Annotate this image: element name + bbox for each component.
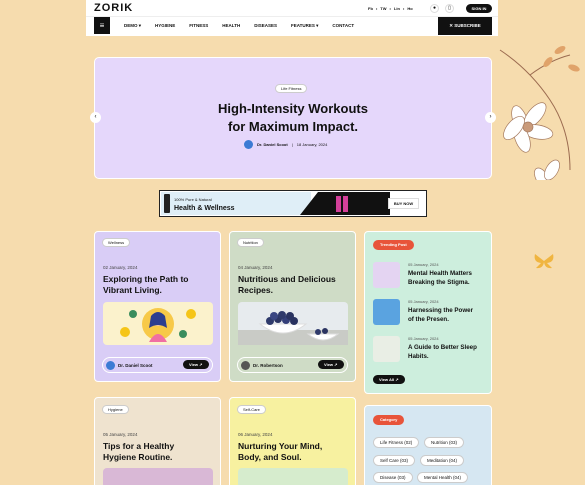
product-bottle-icon <box>164 194 170 213</box>
category-chip[interactable]: Meditation (04) <box>420 455 465 466</box>
post-tag[interactable]: Self-Care <box>237 405 266 414</box>
hero-title[interactable]: High-Intensity Workouts for Maximum Impa… <box>180 100 406 136</box>
post-image[interactable] <box>103 468 213 485</box>
menu-item-features[interactable]: FEATURES ▾ <box>291 23 318 29</box>
hero-author[interactable]: Dr. Daniel Scoot <box>257 142 288 147</box>
social-links: Fb • TW • Lin • Ho <box>368 6 413 11</box>
search-icon[interactable]: ● <box>430 4 439 13</box>
menu-item-fitness[interactable]: FITNESS <box>189 23 208 29</box>
main-menu: DEMO ▾ HYGIENE FITNESS HEALTH DISEASES F… <box>124 23 354 29</box>
product-bottle-icon <box>336 196 341 212</box>
trending-thumbnail[interactable] <box>373 299 400 325</box>
trending-thumbnail[interactable] <box>373 336 400 362</box>
post-date: 05 January, 2024 <box>103 432 138 437</box>
flower-decoration-icon <box>499 46 580 180</box>
buy-now-button[interactable]: BUY NOW <box>388 198 419 209</box>
post-title[interactable]: Nurturing Your Mind, Body, and Soul. <box>238 441 322 463</box>
category-chip[interactable]: Mental Health (04) <box>417 472 469 483</box>
social-link[interactable]: Ho <box>407 6 412 11</box>
sign-in-button[interactable]: SIGN IN <box>466 4 492 13</box>
post-title[interactable]: Tips for a Healthy Hygiene Routine. <box>103 441 174 463</box>
page: ZORIK Fb • TW • Lin • Ho ● ▯ SIGN IN ≡ DEMO… <box>0 0 585 485</box>
trending-item[interactable]: 05 January, 2024 Harnessing the Power of t… <box>373 299 473 325</box>
category-chip[interactable]: Self Care (03) <box>373 455 416 466</box>
menu-item-hygiene[interactable]: HYGIENE <box>155 23 175 29</box>
site-logo[interactable]: ZORIK <box>94 2 133 14</box>
post-tag[interactable]: Wellness <box>102 238 131 247</box>
social-link[interactable]: Fb <box>368 6 373 11</box>
arrow-left-icon[interactable]: ‹ <box>90 112 101 123</box>
menu-item-health[interactable]: HEALTH <box>222 23 240 29</box>
arrow-right-icon[interactable]: › <box>485 112 496 123</box>
menu-item-contact[interactable]: CONTACT <box>332 23 354 29</box>
trending-item[interactable]: 05 January, 2024 Mental Health Matters Bre… <box>373 262 472 288</box>
ad-title: Health & Wellness <box>174 205 235 212</box>
avatar <box>244 140 253 149</box>
category-chip[interactable]: Nutrition (03) <box>424 437 465 448</box>
post-tag[interactable]: Nutrition <box>237 238 264 247</box>
bag-icon[interactable]: ▯ <box>445 4 454 13</box>
menu-item-diseases[interactable]: DISEASES <box>254 23 277 29</box>
post-title[interactable]: Nutritious and Delicious Recipes. <box>238 274 336 296</box>
post-image[interactable] <box>103 302 213 345</box>
menu-item-demo[interactable]: DEMO ▾ <box>124 23 141 29</box>
hero-meta: Dr. Daniel Scoot | 18 January, 2024 <box>244 140 327 149</box>
post-image[interactable] <box>238 468 348 485</box>
author-bar <box>237 357 348 373</box>
view-all-button[interactable]: View All ↗ <box>373 375 405 384</box>
social-link[interactable]: Lin <box>394 6 400 11</box>
post-date: 04 January, 2024 <box>238 265 273 270</box>
product-bottle-icon <box>343 196 348 212</box>
menu-icon[interactable]: ≡ <box>94 17 110 34</box>
post-tag[interactable]: Hygiene <box>102 405 129 414</box>
trending-label: Trending Post <box>373 240 414 250</box>
ad-banner[interactable] <box>159 190 427 217</box>
hero-date: 18 January, 2024 <box>296 142 328 147</box>
post-date: 06 January, 2024 <box>238 432 273 437</box>
trending-item[interactable]: 05 January, 2024 A Guide to Better Sleep H… <box>373 336 477 362</box>
category-chip[interactable]: Disease (03) <box>373 472 413 483</box>
post-title[interactable]: Exploring the Path to Vibrant Living. <box>103 274 188 296</box>
butterfly-icon <box>534 254 554 269</box>
category-label: Category <box>373 415 405 425</box>
trending-thumbnail[interactable] <box>373 262 400 288</box>
author-bar <box>102 357 213 373</box>
subscribe-button[interactable]: ✕ SUBSCRIBE <box>438 17 492 35</box>
ad-subtitle: 100% Pure & Natural <box>174 197 212 202</box>
hero-tag[interactable]: Life Fitness <box>275 84 308 93</box>
social-link[interactable]: TW <box>380 6 386 11</box>
post-date: 02 January, 2024 <box>103 265 138 270</box>
category-chip[interactable]: Life Fitness (02) <box>373 437 420 448</box>
post-image[interactable] <box>238 302 348 345</box>
